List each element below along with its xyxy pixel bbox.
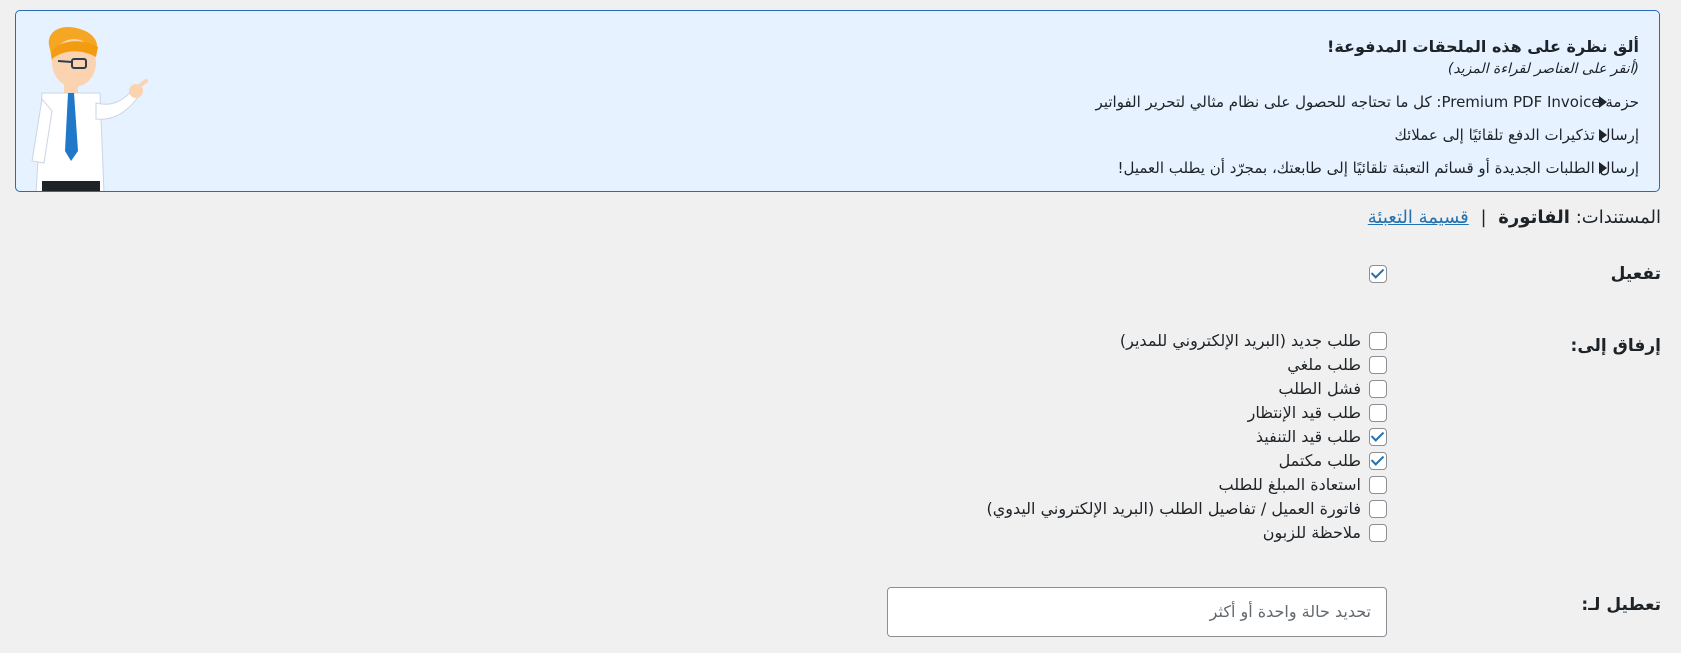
attach-checkbox[interactable] — [1369, 356, 1387, 374]
attach-option-label: فاتورة العميل / تفاصيل الطلب (البريد الإ… — [986, 499, 1361, 518]
attach-checkbox[interactable] — [1369, 428, 1387, 446]
triangle-right-icon — [1599, 162, 1607, 174]
mascot-illustration — [31, 27, 148, 191]
attach-option-completed-order[interactable]: طلب مكتمل — [986, 450, 1387, 474]
attach-option-label: طلب ملغي — [1287, 355, 1361, 374]
documents-switcher: المستندات: الفاتورة | قسيمة التعبئة — [1368, 206, 1661, 230]
attach-option-label: فشل الطلب — [1278, 379, 1361, 398]
attach-option-on-hold-order[interactable]: طلب قيد الإنتظار — [986, 402, 1387, 426]
attach-checkbox[interactable] — [1369, 500, 1387, 518]
attach-option-customer-invoice[interactable]: فاتورة العميل / تفاصيل الطلب (البريد الإ… — [986, 498, 1387, 522]
attach-option-refunded-order[interactable]: استعادة المبلغ للطلب — [986, 474, 1387, 498]
attach-to-options: طلب جديد (البريد الإلكتروني للمدير) طلب … — [986, 330, 1387, 546]
promo-item-text: حزمة Premium PDF Invoice: كل ما تحتاجه ل… — [1095, 93, 1639, 111]
attach-option-label: طلب مكتمل — [1278, 451, 1361, 470]
attach-option-label: طلب جديد (البريد الإلكتروني للمدير) — [1119, 331, 1361, 350]
current-document: الفاتورة — [1498, 207, 1570, 228]
premium-extensions-banner: ألق نظرة على هذه الملحقات المدفوعة! (أنق… — [15, 10, 1660, 192]
promo-item-premium-bundle[interactable]: حزمة Premium PDF Invoice: كل ما تحتاجه ل… — [739, 92, 1639, 112]
attach-option-customer-note[interactable]: ملاحظة للزبون — [986, 522, 1387, 546]
attach-checkbox[interactable] — [1369, 524, 1387, 542]
packing-slip-link[interactable]: قسيمة التعبئة — [1368, 207, 1469, 228]
documents-label: المستندات: — [1575, 207, 1661, 228]
attach-option-label: طلب قيد الإنتظار — [1247, 403, 1361, 422]
enable-label: تفعيل — [1610, 264, 1661, 284]
attach-option-label: ملاحظة للزبون — [1262, 523, 1361, 542]
attach-option-label: طلب قيد التنفيذ — [1255, 427, 1361, 446]
attach-option-label: استعادة المبلغ للطلب — [1218, 475, 1361, 494]
attach-option-new-order-admin[interactable]: طلب جديد (البريد الإلكتروني للمدير) — [986, 330, 1387, 354]
attach-option-processing-order[interactable]: طلب قيد التنفيذ — [986, 426, 1387, 450]
attach-checkbox[interactable] — [1369, 332, 1387, 350]
attach-option-failed-order[interactable]: فشل الطلب — [986, 378, 1387, 402]
promo-subtitle: (أنقر على العناصر لقراءة المزيد) — [1447, 61, 1639, 77]
promo-item-auto-print[interactable]: إرسال الطلبات الجديدة أو قسائم التعبئة ت… — [739, 158, 1639, 178]
attach-checkbox[interactable] — [1369, 452, 1387, 470]
promo-list: حزمة Premium PDF Invoice: كل ما تحتاجه ل… — [739, 92, 1639, 178]
disable-for-label: تعطيل لـ: — [1581, 595, 1661, 615]
documents-separator: | — [1480, 207, 1487, 228]
promo-item-text: إرسال الطلبات الجديدة أو قسائم التعبئة ت… — [1117, 159, 1639, 177]
triangle-right-icon — [1599, 96, 1607, 108]
promo-title: ألق نظرة على هذه الملحقات المدفوعة! — [1327, 37, 1639, 56]
attach-to-label: إرفاق إلى: — [1570, 336, 1661, 356]
order-status-select[interactable]: تحديد حالة واحدة أو أكثر — [887, 587, 1387, 637]
enable-checkbox[interactable] — [1369, 265, 1387, 283]
attach-option-cancelled-order[interactable]: طلب ملغي — [986, 354, 1387, 378]
promo-item-payment-reminders[interactable]: إرسال تذكيرات الدفع تلقائيًا إلى عملائك — [739, 125, 1639, 145]
triangle-right-icon — [1599, 129, 1607, 141]
attach-checkbox[interactable] — [1369, 380, 1387, 398]
attach-checkbox[interactable] — [1369, 476, 1387, 494]
attach-checkbox[interactable] — [1369, 404, 1387, 422]
